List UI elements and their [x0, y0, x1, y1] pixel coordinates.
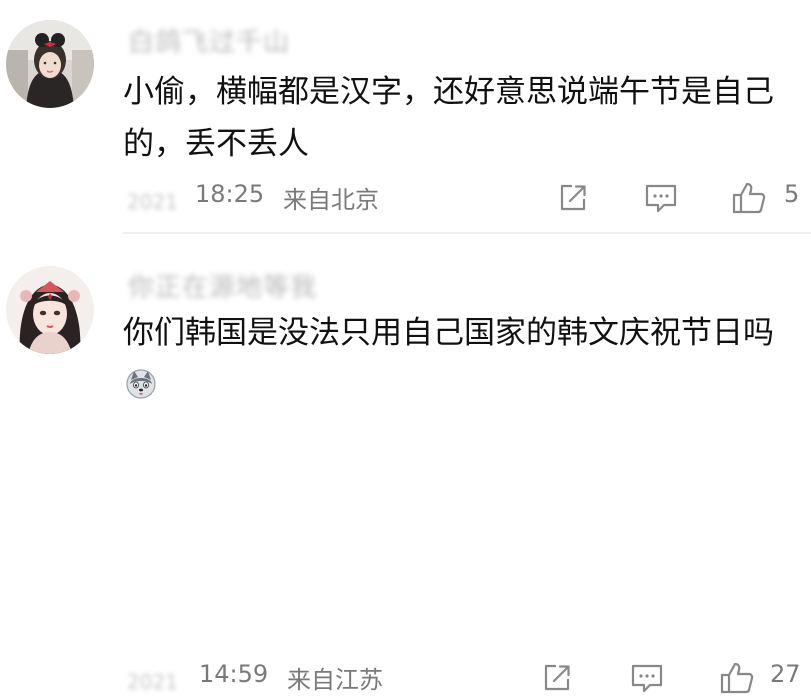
blurred-date: 2021	[127, 190, 178, 214]
comment-text: 你们韩国是没法只用自己国家的韩文庆祝节日吗	[123, 307, 803, 411]
thumbs-up-icon	[732, 182, 766, 214]
share-icon	[560, 184, 586, 211]
comment-item: 你正在源地等我 你们韩国是没法只用自己国家的韩文庆祝节日吗 2021 14:59…	[0, 237, 811, 694]
like-count: 5	[784, 180, 800, 208]
share-icon	[544, 664, 570, 691]
comment-icon	[645, 184, 677, 213]
comment-text-body: 你们韩国是没法只用自己国家的韩文庆祝节日吗	[123, 315, 774, 351]
blurred-date: 2021	[127, 670, 178, 694]
user-avatar[interactable]	[6, 20, 94, 108]
username[interactable]: 白鸽飞过千山	[128, 22, 290, 59]
user-avatar[interactable]	[6, 266, 94, 354]
comment-item: 白鸽飞过千山 小偷，横幅都是汉字，还好意思说端午节是自己的，丢不丢人 2021 …	[0, 0, 811, 234]
comment-time: 14:59	[199, 660, 269, 688]
comment-location: 来自北京	[283, 186, 379, 214]
husky-face-emoji-icon	[125, 364, 157, 399]
ancient-style-girl-avatar-icon	[6, 266, 94, 354]
comment-meta: 2021 14:59 来自江苏 27	[123, 658, 811, 698]
divider	[123, 232, 811, 234]
girl-with-bow-avatar-icon	[6, 20, 94, 108]
comment-location: 来自江苏	[287, 666, 383, 694]
comment-icon	[631, 664, 663, 693]
thumbs-up-icon	[720, 662, 754, 694]
comment-meta: 2021 18:25 来自北京 5	[123, 178, 811, 218]
reply-button[interactable]	[641, 178, 681, 218]
share-button[interactable]	[553, 178, 593, 218]
like-button[interactable]	[717, 658, 757, 698]
comment-text: 小偷，横幅都是汉字，还好意思说端午节是自己的，丢不丢人	[123, 74, 774, 162]
reply-button[interactable]	[627, 658, 667, 698]
like-button[interactable]	[729, 178, 769, 218]
comment-time: 18:25	[195, 180, 265, 208]
like-count: 27	[770, 660, 801, 688]
share-button[interactable]	[537, 658, 577, 698]
username[interactable]: 你正在源地等我	[128, 267, 317, 304]
